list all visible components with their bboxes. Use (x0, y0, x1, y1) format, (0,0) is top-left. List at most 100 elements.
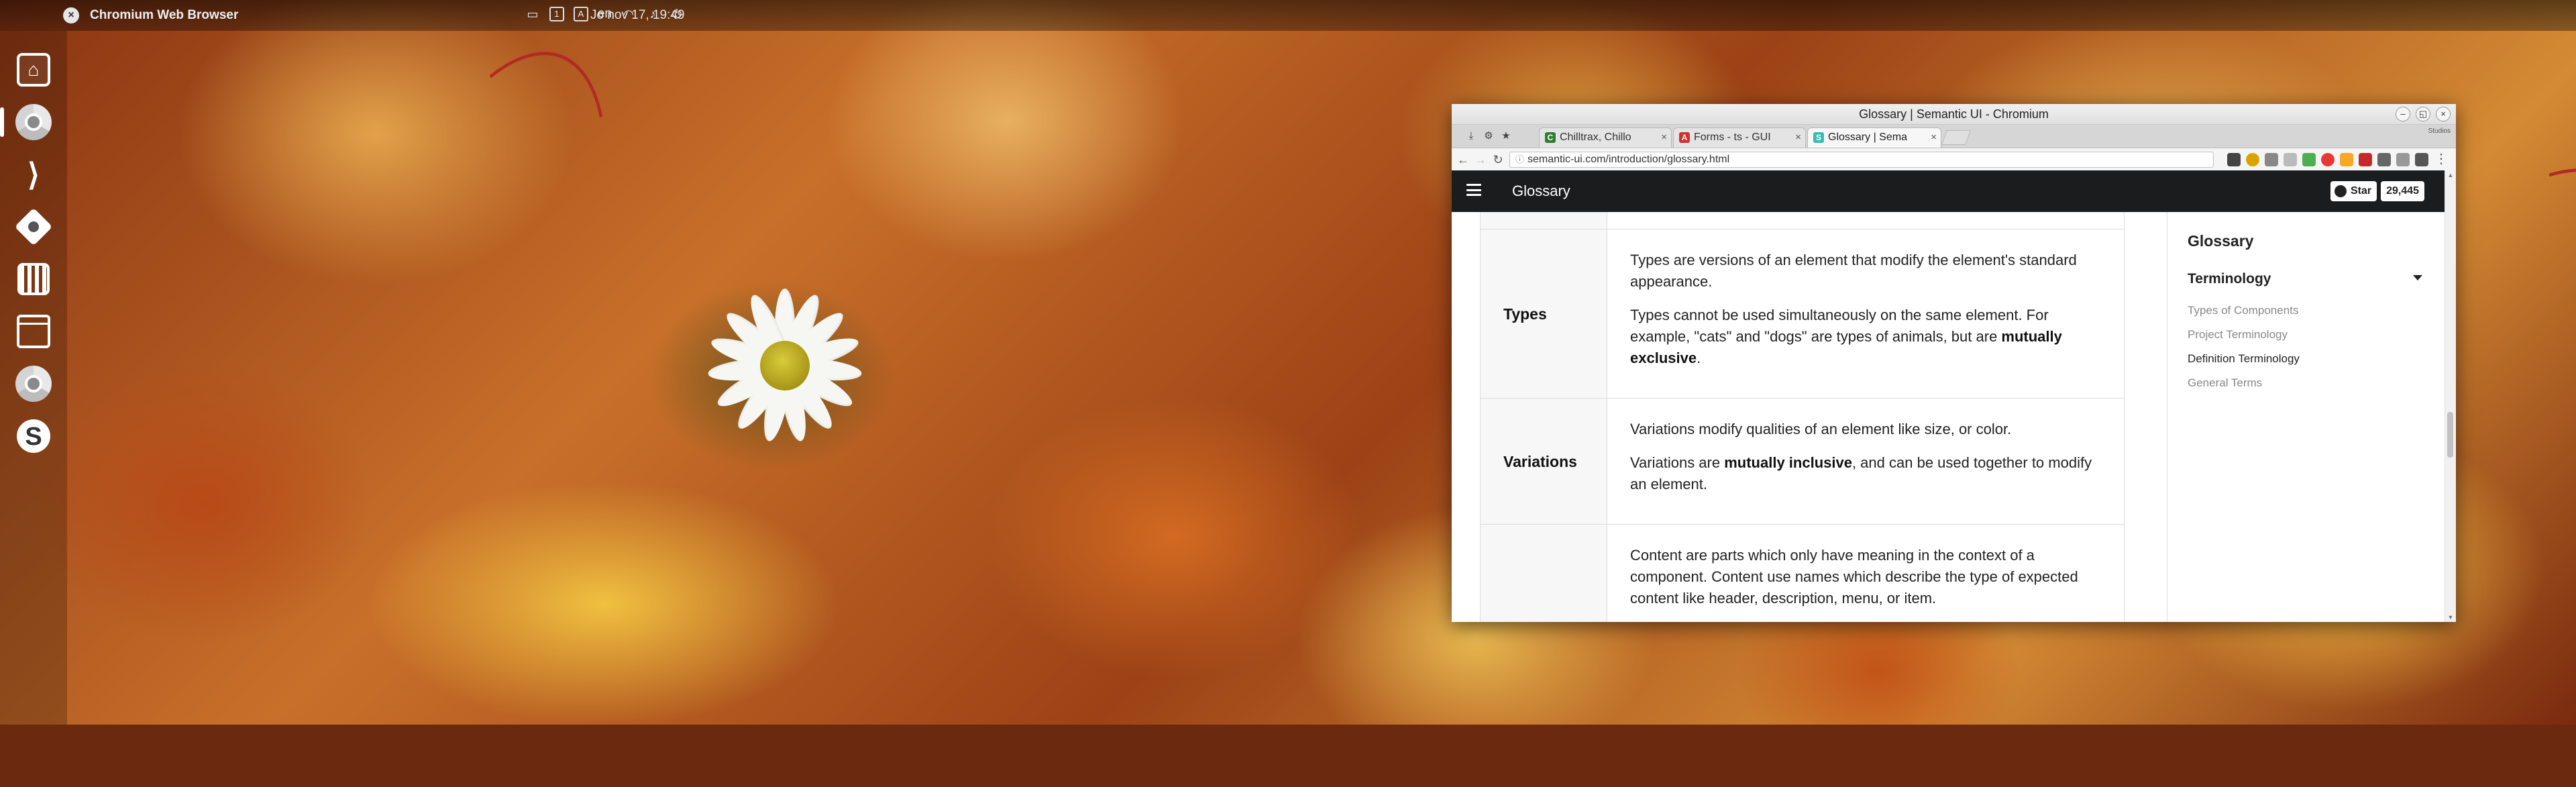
browser-menu-icon[interactable]: ⋮ (2434, 152, 2448, 166)
dock-vscode[interactable]: ⟩ (12, 153, 55, 196)
tab-strip: ⤓ ⚙ ★ C Chilltrax, Chillo × A Forms - ts… (1452, 125, 2456, 148)
bookmark-star-icon[interactable]: ★ (1500, 130, 1512, 142)
top-panel: × Chromium Web Browser Jo nov 17, 19:49 … (0, 0, 2576, 31)
definition-cell: Variations modify qualities of an elemen… (1607, 419, 2124, 507)
tab-favicon: C (1545, 132, 1556, 143)
extension-icon[interactable] (2246, 153, 2259, 166)
dock-git[interactable] (12, 205, 55, 248)
page-info-icon[interactable]: ⓘ (1515, 152, 1524, 167)
tab-close-icon[interactable]: × (1661, 128, 1667, 147)
tab-chilltrax[interactable]: C Chilltrax, Chillo × (1539, 127, 1672, 148)
daisy-center (760, 341, 810, 390)
dock-chrome[interactable] (12, 362, 55, 405)
back-icon[interactable]: ← (1456, 152, 1470, 167)
scroll-up-icon[interactable]: ▲ (2445, 170, 2456, 180)
close-app-icon[interactable]: × (63, 7, 79, 23)
github-icon (2334, 185, 2347, 197)
definition-paragraph: Variations are mutually inclusive, and c… (1630, 454, 2092, 492)
page-scrollbar[interactable]: ▲ ▼ (2445, 170, 2456, 622)
definition-paragraph: Types cannot be used simultaneously on t… (1630, 307, 2062, 366)
github-star[interactable]: Star 29,445 (2330, 181, 2425, 201)
tab-favicon: A (1679, 132, 1690, 143)
dock-window[interactable] (12, 310, 55, 353)
minimize-icon[interactable]: – (2396, 107, 2410, 121)
web-page: Glossary Star 29,445 Types Types are ver… (1452, 170, 2456, 622)
github-star-count[interactable]: 29,445 (2381, 181, 2425, 201)
url-text: semantic-ui.com/introduction/glossary.ht… (1527, 154, 1730, 165)
notification-icon[interactable]: A (573, 7, 588, 21)
table-row (1480, 212, 2124, 229)
toc-section-terminology[interactable]: Terminology (2188, 271, 2422, 287)
extension-icon[interactable] (2302, 153, 2316, 166)
extension-icon[interactable] (2340, 153, 2353, 166)
chrome-icon (15, 104, 52, 140)
git-icon (14, 207, 53, 246)
window-title: Glossary | Semantic UI - Chromium (1859, 107, 2049, 121)
extension-icon[interactable] (2321, 153, 2334, 166)
tab-label: Forms - ts - GUI (1694, 132, 1771, 143)
dock-piano[interactable] (12, 258, 55, 301)
close-icon[interactable]: × (2436, 107, 2451, 121)
tab-favicon: S (1813, 132, 1824, 143)
volume-icon[interactable]: ♪ (645, 7, 660, 21)
toc-link-general-terms[interactable]: General Terms (2188, 376, 2262, 390)
extension-icon[interactable] (2396, 153, 2410, 166)
profile-name[interactable]: Studios (2428, 127, 2451, 135)
wifi-icon[interactable]: ◠ (621, 7, 636, 21)
browser-window: Glossary | Semantic UI - Chromium – ◱ × … (1452, 104, 2456, 622)
extension-icon[interactable] (2284, 153, 2297, 166)
tab-close-icon[interactable]: × (1931, 128, 1937, 147)
active-app-name[interactable]: Chromium Web Browser (90, 8, 238, 23)
extension-icon[interactable] (2359, 153, 2372, 166)
maximize-icon[interactable]: ◱ (2416, 107, 2430, 121)
definition-cell: Types are versions of an element that mo… (1607, 250, 2124, 381)
definition-paragraph: Content are parts which only have meanin… (1630, 547, 2078, 607)
extension-icon[interactable] (2265, 153, 2278, 166)
extensions-row (2227, 153, 2428, 166)
new-tab-button[interactable] (1941, 130, 1972, 145)
home-icon: ⌂ (17, 53, 50, 87)
tab-close-icon[interactable]: × (1795, 128, 1801, 147)
toc-link-types-of-components[interactable]: Types of Components (2188, 304, 2298, 317)
hamburger-menu-icon[interactable] (1466, 184, 1481, 196)
toc-section-label: Terminology (2188, 271, 2271, 286)
table-border (2124, 212, 2125, 622)
site-header: Glossary Star 29,445 (1452, 170, 2445, 212)
tab-label: Chilltrax, Chillo (1560, 132, 1631, 143)
download-icon[interactable]: ⤓ (1465, 130, 1477, 142)
address-bar[interactable]: ⓘ semantic-ui.com/introduction/glossary.… (1509, 152, 2214, 168)
vscode-icon: ⟩ (28, 157, 40, 192)
tab-forms[interactable]: A Forms - ts - GUI × (1673, 127, 1806, 148)
dock-chromium[interactable] (0, 101, 55, 144)
toc-link-project-terminology[interactable]: Project Terminology (2188, 328, 2288, 342)
power-icon[interactable]: ⏻ (669, 7, 684, 21)
table-row: Variations Variations modify qualities o… (1480, 398, 2124, 525)
term-cell: Types (1480, 229, 1607, 399)
scroll-down-icon[interactable]: ▼ (2445, 613, 2456, 622)
dock-skype[interactable]: S (12, 415, 55, 458)
extension-icon[interactable] (2415, 153, 2428, 166)
screens-icon[interactable]: ▭ (525, 7, 540, 21)
tab-glossary[interactable]: S Glossary | Sema × (1807, 127, 1941, 148)
github-star-button[interactable]: Star (2330, 181, 2377, 201)
table-row: Types Types are versions of an element t… (1480, 229, 2124, 399)
definition-paragraph: Variations modify qualities of an elemen… (1630, 421, 2012, 437)
toc-heading[interactable]: Glossary (2188, 232, 2253, 250)
window-titlebar[interactable]: Glossary | Semantic UI - Chromium – ◱ × (1452, 104, 2456, 125)
system-tray: ▭ 1 A en ◠ ♪ ⏻ (525, 7, 684, 21)
workspace-indicator[interactable]: 1 (549, 7, 564, 21)
term-cell: Variations (1480, 399, 1607, 525)
tab-label: Glossary | Sema (1828, 132, 1907, 143)
dock-home[interactable]: ⌂ (12, 48, 55, 91)
keyboard-layout[interactable]: en (598, 7, 612, 21)
reload-icon[interactable]: ↻ (1491, 152, 1505, 167)
scrollbar-thumb[interactable] (2447, 412, 2453, 458)
extension-icon[interactable] (2377, 153, 2391, 166)
extension-icon[interactable]: ⚙ (1483, 130, 1495, 142)
forward-icon[interactable]: → (1473, 152, 1488, 167)
skype-icon: S (17, 419, 50, 453)
extension-icon[interactable] (2227, 153, 2241, 166)
term-cell (1480, 525, 1607, 622)
site-header-title[interactable]: Glossary (1512, 182, 1570, 200)
toc-link-definition-terminology[interactable]: Definition Terminology (2188, 352, 2300, 366)
